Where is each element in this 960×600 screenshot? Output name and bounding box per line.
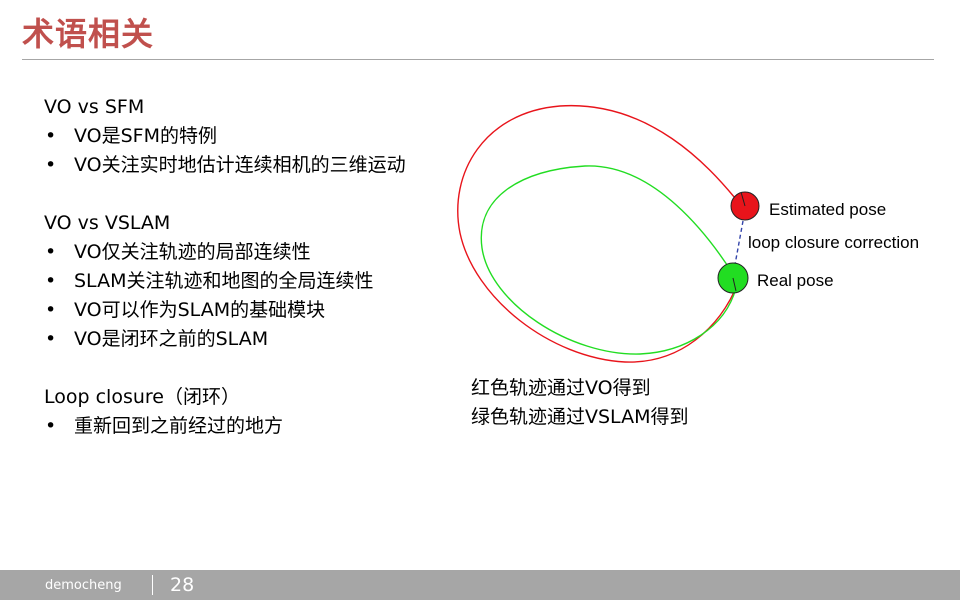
bullet-icon: • — [45, 241, 57, 263]
bullet-icon: • — [45, 328, 57, 350]
bullet-text: VO可以作为SLAM的基础模块 — [74, 299, 326, 321]
slide-title: 术语相关 — [22, 15, 155, 53]
loop-closure-correction-line — [733, 220, 744, 271]
real-pose-label: Real pose — [757, 271, 834, 290]
caption-line-vslam: 绿色轨迹通过VSLAM得到 — [471, 406, 689, 428]
section-loop-closure: Loop closure（闭环） • 重新回到之前经过的地方 — [44, 383, 442, 441]
bullet-item: • VO是闭环之前的SLAM — [44, 325, 442, 354]
bullet-item: • VO仅关注轨迹的局部连续性 — [44, 238, 442, 267]
footer-author: democheng — [45, 578, 122, 593]
content-text: VO vs SFM • VO是SFM的特例 • VO关注实时地估计连续相机的三维… — [44, 93, 442, 470]
loop-closure-diagram: Estimated pose loop closure correction R… — [440, 88, 960, 378]
bullet-text: VO仅关注轨迹的局部连续性 — [74, 241, 311, 263]
title-divider — [22, 59, 934, 60]
bullet-text: VO关注实时地估计连续相机的三维运动 — [74, 154, 406, 176]
bullet-text: 重新回到之前经过的地方 — [74, 415, 284, 437]
section-heading: VO vs SFM — [44, 96, 145, 118]
section-heading: Loop closure（闭环） — [44, 386, 240, 408]
vslam-trajectory — [480, 165, 737, 355]
section-heading: VO vs VSLAM — [44, 212, 171, 234]
section-vo-vs-vslam: VO vs VSLAM • VO仅关注轨迹的局部连续性 • SLAM关注轨迹和地… — [44, 209, 442, 354]
bullet-icon: • — [45, 125, 57, 147]
bullet-item: • VO关注实时地估计连续相机的三维运动 — [44, 151, 442, 180]
footer-bar — [0, 570, 960, 600]
estimated-pose-label: Estimated pose — [769, 200, 887, 219]
bullet-text: VO是闭环之前的SLAM — [74, 328, 269, 350]
page-number: 28 — [170, 574, 195, 596]
loop-closure-correction-label: loop closure correction — [748, 233, 920, 252]
vo-trajectory — [457, 105, 739, 363]
bullet-text: SLAM关注轨迹和地图的全局连续性 — [74, 270, 374, 292]
footer-divider — [152, 575, 153, 595]
bullet-item: • VO是SFM的特例 — [44, 122, 442, 151]
bullet-item: • 重新回到之前经过的地方 — [44, 412, 442, 441]
caption-line-vo: 红色轨迹通过VO得到 — [471, 377, 651, 399]
bullet-item: • SLAM关注轨迹和地图的全局连续性 — [44, 267, 442, 296]
bullet-icon: • — [45, 415, 57, 437]
bullet-icon: • — [45, 154, 57, 176]
section-vo-vs-sfm: VO vs SFM • VO是SFM的特例 • VO关注实时地估计连续相机的三维… — [44, 93, 442, 180]
diagram-caption: 红色轨迹通过VO得到 绿色轨迹通过VSLAM得到 — [471, 374, 688, 432]
bullet-text: VO是SFM的特例 — [74, 125, 218, 147]
bullet-item: • VO可以作为SLAM的基础模块 — [44, 296, 442, 325]
bullet-icon: • — [45, 299, 57, 321]
bullet-icon: • — [45, 270, 57, 292]
